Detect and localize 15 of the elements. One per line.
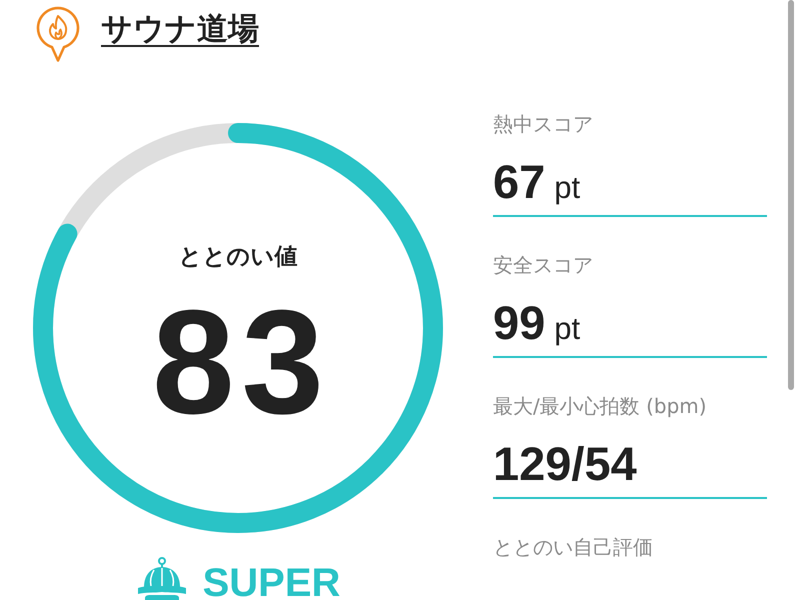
stat-unit: pt: [554, 169, 580, 207]
gauge-title: ととのい値: [178, 243, 298, 271]
stat-label: 安全スコア: [493, 253, 594, 277]
stat-label: ととのい自己評価: [493, 535, 654, 559]
stat-value: 99: [493, 299, 546, 347]
flame-pin-icon: [35, 6, 81, 62]
scrollbar-thumb[interactable]: [788, 0, 794, 390]
stat-unit: pt: [554, 310, 580, 348]
gauge-value: 83: [151, 289, 331, 437]
stat-label: 最大/最小心拍数 (bpm): [493, 394, 708, 418]
stat-label: 熱中スコア: [493, 112, 594, 136]
stat-value: 129/54: [493, 440, 637, 488]
rating-label: SUPER: [202, 567, 340, 600]
page-title-link[interactable]: サウナ道場: [101, 8, 259, 48]
stat-value: 67: [493, 158, 546, 206]
